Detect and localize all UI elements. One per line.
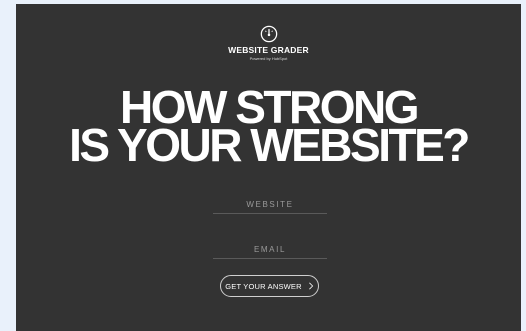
get-your-answer-label: GET YOUR ANSWER (225, 281, 302, 291)
email-input[interactable] (213, 240, 327, 259)
headline-line-2: IS YOUR WEBSITE? (69, 119, 470, 171)
get-your-answer-button[interactable]: GET YOUR ANSWER (220, 275, 319, 297)
headline: HOW STRONG IS YOUR WEBSITE? (16, 84, 521, 171)
brand-name: WEBSITE GRADER (228, 45, 309, 55)
landing-panel: WEBSITE GRADER Powered by HubSpot HOW ST… (16, 4, 521, 331)
website-input[interactable] (213, 195, 327, 214)
powered-by-text: Powered by HubSpot (249, 56, 288, 61)
gauge-icon (260, 25, 277, 43)
logo[interactable]: WEBSITE GRADER Powered by HubSpot (16, 25, 521, 61)
chevron-right-icon (308, 282, 313, 290)
